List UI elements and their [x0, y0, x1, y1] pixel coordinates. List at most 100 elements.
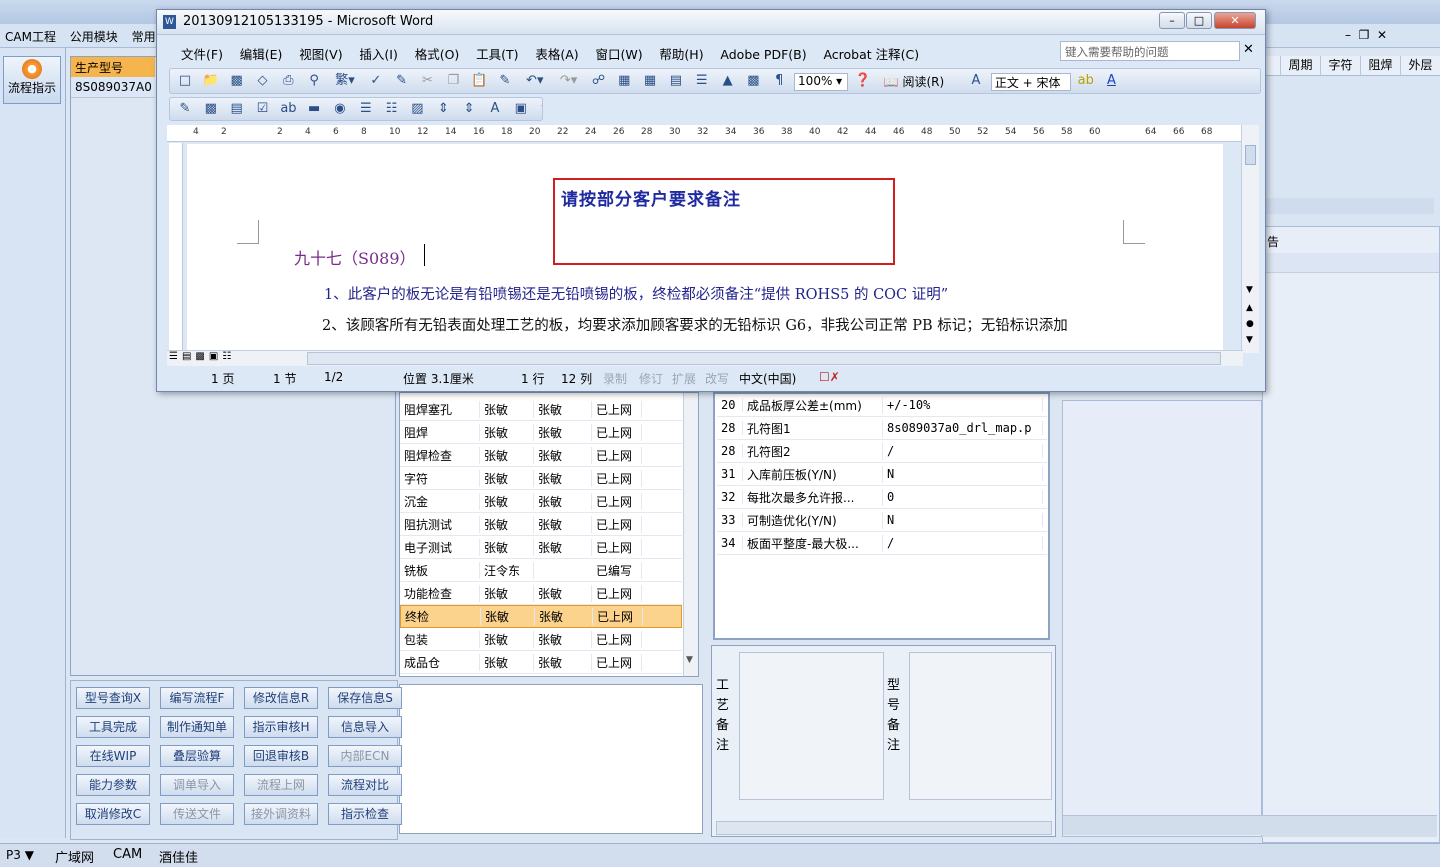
process-row[interactable]: 电子测试 张敏 张敏 已上网	[400, 536, 682, 559]
menu-tools[interactable]: 工具(T)	[476, 44, 518, 63]
param-row[interactable]: 28 孔符图2/	[717, 440, 1047, 463]
menu-common[interactable]: 公用模块	[65, 24, 123, 49]
memo-box[interactable]	[399, 684, 703, 834]
tables-borders-icon[interactable]: ▦	[616, 73, 632, 89]
process-notes-field[interactable]	[739, 652, 884, 800]
process-row[interactable]: 沉金 张敏 张敏 已上网	[400, 490, 682, 513]
param-row[interactable]: 34 板面平整度-最大极... /	[717, 532, 1047, 555]
toggle-control-icon[interactable]: ▨	[409, 101, 425, 117]
action-button[interactable]: 指示检查	[328, 803, 402, 825]
drawing-icon[interactable]: ▲	[720, 73, 736, 89]
process-row[interactable]: 阻焊检查 张敏 张敏 已上网	[400, 444, 682, 467]
action-button[interactable]: 能力参数	[76, 774, 150, 796]
hyperlink-icon[interactable]: ☍	[590, 73, 606, 89]
action-button[interactable]: 保存信息S	[328, 687, 402, 709]
tab-period[interactable]: 周期	[1280, 56, 1320, 75]
radio-control-icon[interactable]: ◉	[332, 101, 348, 117]
menu-insert[interactable]: 插入(I)	[359, 44, 397, 63]
flow-guide-button[interactable]: ● 流程指示	[3, 56, 61, 104]
action-button[interactable]: 叠层验算	[160, 745, 234, 767]
action-button[interactable]: 内部ECN	[328, 745, 402, 767]
traditional-chinese-icon[interactable]: 繁▾	[332, 73, 358, 89]
help-search-input[interactable]: 键入需要帮助的问题	[1060, 41, 1240, 61]
vscroll-thumb[interactable]	[1245, 145, 1256, 165]
process-row[interactable]: 阻焊塞孔 张敏 张敏 已上网	[400, 398, 682, 421]
hscroll-thumb[interactable]	[307, 352, 1221, 365]
textbox-control-icon[interactable]: ab	[280, 101, 296, 117]
image-control-icon[interactable]: ▣	[513, 101, 529, 117]
print-preview-icon[interactable]: ⚲	[306, 73, 322, 89]
view-code-icon[interactable]: ▤	[229, 101, 245, 117]
action-button[interactable]: 信息导入	[328, 716, 402, 738]
highlight-icon[interactable]: ab	[1078, 73, 1094, 89]
process-row[interactable]: 功能检查 张敏 张敏 已上网	[400, 582, 682, 605]
model-column-header[interactable]: 生产型号	[71, 57, 155, 77]
menu-format[interactable]: 格式(O)	[415, 44, 460, 63]
action-button[interactable]: 在线WIP	[76, 745, 150, 767]
format-painter-icon[interactable]: ✎	[497, 73, 513, 89]
action-button[interactable]: 型号查询X	[76, 687, 150, 709]
process-row[interactable]: 成品仓 张敏 张敏 已上网	[400, 651, 682, 674]
action-button[interactable]: 编写流程F	[160, 687, 234, 709]
label-control-icon[interactable]: A	[487, 101, 503, 117]
action-button[interactable]: 指示审核H	[244, 716, 318, 738]
menu-cam[interactable]: CAM工程	[0, 24, 61, 49]
menu-help[interactable]: 帮助(H)	[659, 44, 703, 63]
tab-mask[interactable]: 阻焊	[1360, 56, 1400, 75]
close-doc-icon[interactable]: ✕	[1243, 42, 1254, 57]
cut-icon[interactable]: ✂	[419, 73, 435, 89]
more-controls-icon[interactable]: ⚒	[539, 101, 542, 117]
scroll-down-icon[interactable]: ▼	[686, 655, 693, 665]
doc-hscroll[interactable]: ☰▤▩▣☷	[167, 350, 1243, 366]
param-row[interactable]: 31 入库前压板(Y/N) N	[717, 463, 1047, 486]
document-page[interactable]: 请按部分客户要求备注 九十七（S089） 1、此客户的板无论是有铅喷锡还是无铅喷…	[187, 144, 1223, 350]
station-select[interactable]: P3 ▼	[6, 848, 46, 862]
undo-icon[interactable]: ↶▾	[523, 73, 547, 89]
zoom-select[interactable]: 100% ▾	[794, 73, 849, 91]
style-select[interactable]: 正文 + 宋体	[990, 73, 1071, 91]
open-icon[interactable]: 📁	[203, 73, 219, 89]
model-notes-field[interactable]	[909, 652, 1052, 800]
menu-file[interactable]: 文件(F)	[181, 44, 223, 63]
mdi-controls[interactable]: – ❐ ✕	[1345, 28, 1387, 42]
font-color-icon[interactable]: A	[1103, 73, 1119, 89]
process-row[interactable]: 字符 张敏 张敏 已上网	[400, 467, 682, 490]
status-extend[interactable]: 扩展	[672, 370, 696, 387]
process-row[interactable]: 阻抗测试 张敏 张敏 已上网	[400, 513, 682, 536]
action-button[interactable]: 回退审核B	[244, 745, 318, 767]
action-button[interactable]: 工具完成	[76, 716, 150, 738]
action-button[interactable]: 取消修改C	[76, 803, 150, 825]
note-textbox[interactable]: 请按部分客户要求备注	[553, 178, 895, 265]
action-button[interactable]: 制作通知单	[160, 716, 234, 738]
menu-edit[interactable]: 编辑(E)	[240, 44, 283, 63]
listbox-control-icon[interactable]: ☰	[358, 101, 374, 117]
param-row[interactable]: 20 成品板厚公差±(mm) +/-10%	[717, 394, 1047, 417]
close-button[interactable]: ✕	[1214, 12, 1256, 29]
status-track[interactable]: 修订	[639, 370, 663, 387]
prev-page-icon[interactable]: ▲	[1246, 303, 1253, 313]
copy-icon[interactable]: ❐	[445, 73, 461, 89]
model-row[interactable]: 8S089037A0	[71, 78, 155, 98]
print-icon[interactable]: ⎙	[280, 73, 296, 89]
status-record[interactable]: 录制	[603, 370, 627, 387]
menu-acrobat-comments[interactable]: Acrobat 注释(C)	[823, 44, 919, 63]
combobox-control-icon[interactable]: ☷	[384, 101, 400, 117]
spelling-status-icon[interactable]: ☐✗	[819, 370, 840, 384]
doc-vscroll[interactable]: ▼ ▲ ● ▼	[1241, 125, 1259, 353]
status-overtype[interactable]: 改写	[705, 370, 729, 387]
tab-outer[interactable]: 外层	[1400, 56, 1440, 75]
menu-window[interactable]: 窗口(W)	[595, 44, 642, 63]
action-button[interactable]: 传送文件	[160, 803, 234, 825]
insert-excel-icon[interactable]: ▤	[668, 73, 684, 89]
action-button[interactable]: 调单导入	[160, 774, 234, 796]
next-page-icon[interactable]: ▼	[1246, 335, 1253, 345]
action-button[interactable]: 修改信息R	[244, 687, 318, 709]
browse-object-icon[interactable]: ●	[1246, 319, 1254, 329]
maximize-button[interactable]: □	[1186, 12, 1212, 29]
paste-icon[interactable]: 📋	[471, 73, 487, 89]
action-button[interactable]: 流程对比	[328, 774, 402, 796]
insert-table-icon[interactable]: ▦	[642, 73, 658, 89]
styles-icon[interactable]: A	[968, 73, 984, 89]
design-mode-icon[interactable]: ✎	[177, 101, 193, 117]
research-icon[interactable]: ✎	[394, 73, 410, 89]
